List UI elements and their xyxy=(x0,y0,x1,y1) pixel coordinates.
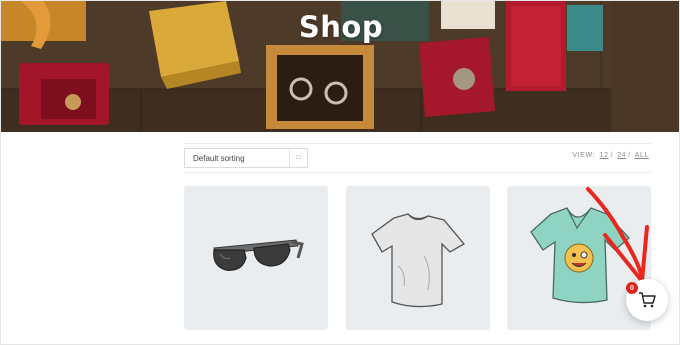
view-option-12[interactable]: 12 xyxy=(600,152,609,159)
view-option-24[interactable]: 24 xyxy=(617,152,626,159)
view-label: VIEW: xyxy=(572,152,596,159)
cart-count-badge: 0 xyxy=(626,282,638,294)
view-option-all[interactable]: ALL xyxy=(635,152,649,159)
product-card-white-t-shirt[interactable] xyxy=(346,186,490,330)
shop-page: Shop Default sorting □ VIEW: 12/24/ALL 0 xyxy=(0,0,680,345)
sort-dropdown-value: Default sorting xyxy=(193,153,245,163)
sunglasses-image xyxy=(213,239,304,271)
hero-banner: Shop xyxy=(1,1,679,132)
white-t-shirt-image xyxy=(371,213,465,308)
dropdown-arrow-icon: □ xyxy=(289,149,307,167)
cart-icon xyxy=(639,292,656,308)
view-count-selector: VIEW: 12/24/ALL xyxy=(572,152,649,159)
sort-dropdown[interactable]: Default sorting □ xyxy=(184,148,308,168)
product-card-sunglasses[interactable] xyxy=(184,186,328,330)
toolbar-top-divider xyxy=(184,143,651,144)
page-title: Shop xyxy=(298,10,384,44)
toolbar-bottom-divider xyxy=(184,172,651,173)
